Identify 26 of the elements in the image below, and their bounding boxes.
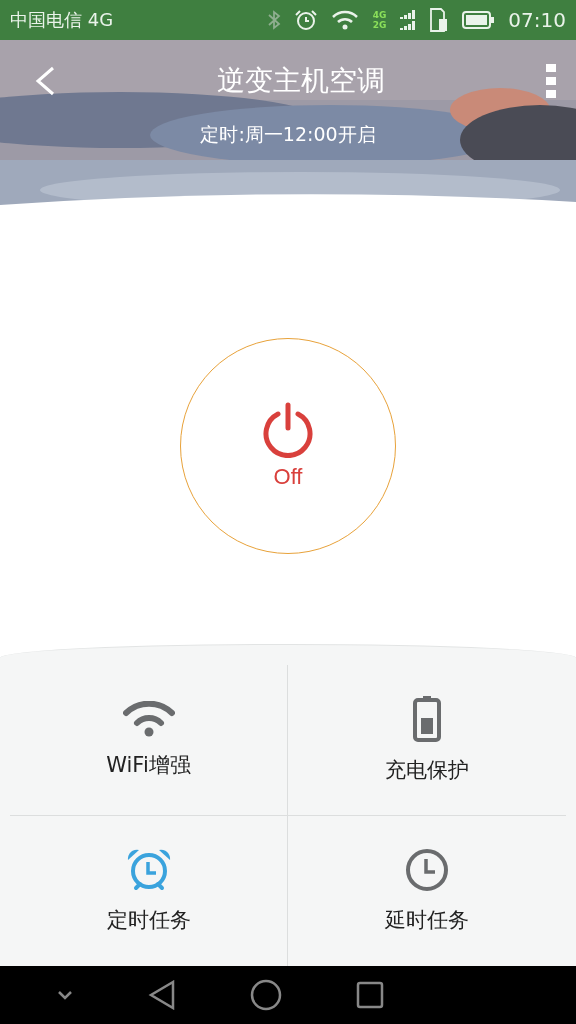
alarm-clock-icon: [294, 9, 317, 31]
action-tile[interactable]: 充电保护: [288, 665, 566, 816]
back-icon[interactable]: [34, 66, 56, 96]
page-title: 逆变主机空调: [217, 63, 385, 99]
home-icon[interactable]: [249, 979, 282, 1011]
collapse-icon[interactable]: [57, 990, 74, 1000]
action-tile[interactable]: WiFi增强: [10, 665, 288, 816]
power-icon: [261, 402, 315, 458]
wifi-icon: [330, 10, 359, 30]
sim-card-icon: [430, 8, 449, 32]
wifi-icon: [122, 700, 175, 737]
schedule-text: 定时:周一12:00开启: [200, 122, 376, 147]
carrier-text: 中国电信 4G: [10, 8, 115, 32]
power-state-text: Off: [273, 464, 303, 490]
battery-icon: [462, 11, 495, 29]
action-tile[interactable]: 延时任务: [288, 815, 566, 966]
clock-time: 07:10: [508, 8, 566, 32]
battery-icon: [413, 695, 441, 742]
signal-icon: [400, 10, 417, 30]
bluetooth-icon: [266, 10, 281, 30]
recents-icon[interactable]: [356, 981, 385, 1009]
back-nav-icon[interactable]: [147, 980, 176, 1010]
alarm-clock-icon: [125, 847, 172, 892]
network-type-text: 4G 2G: [372, 10, 387, 30]
power-button[interactable]: Off: [180, 338, 396, 554]
clock-icon: [405, 847, 449, 892]
